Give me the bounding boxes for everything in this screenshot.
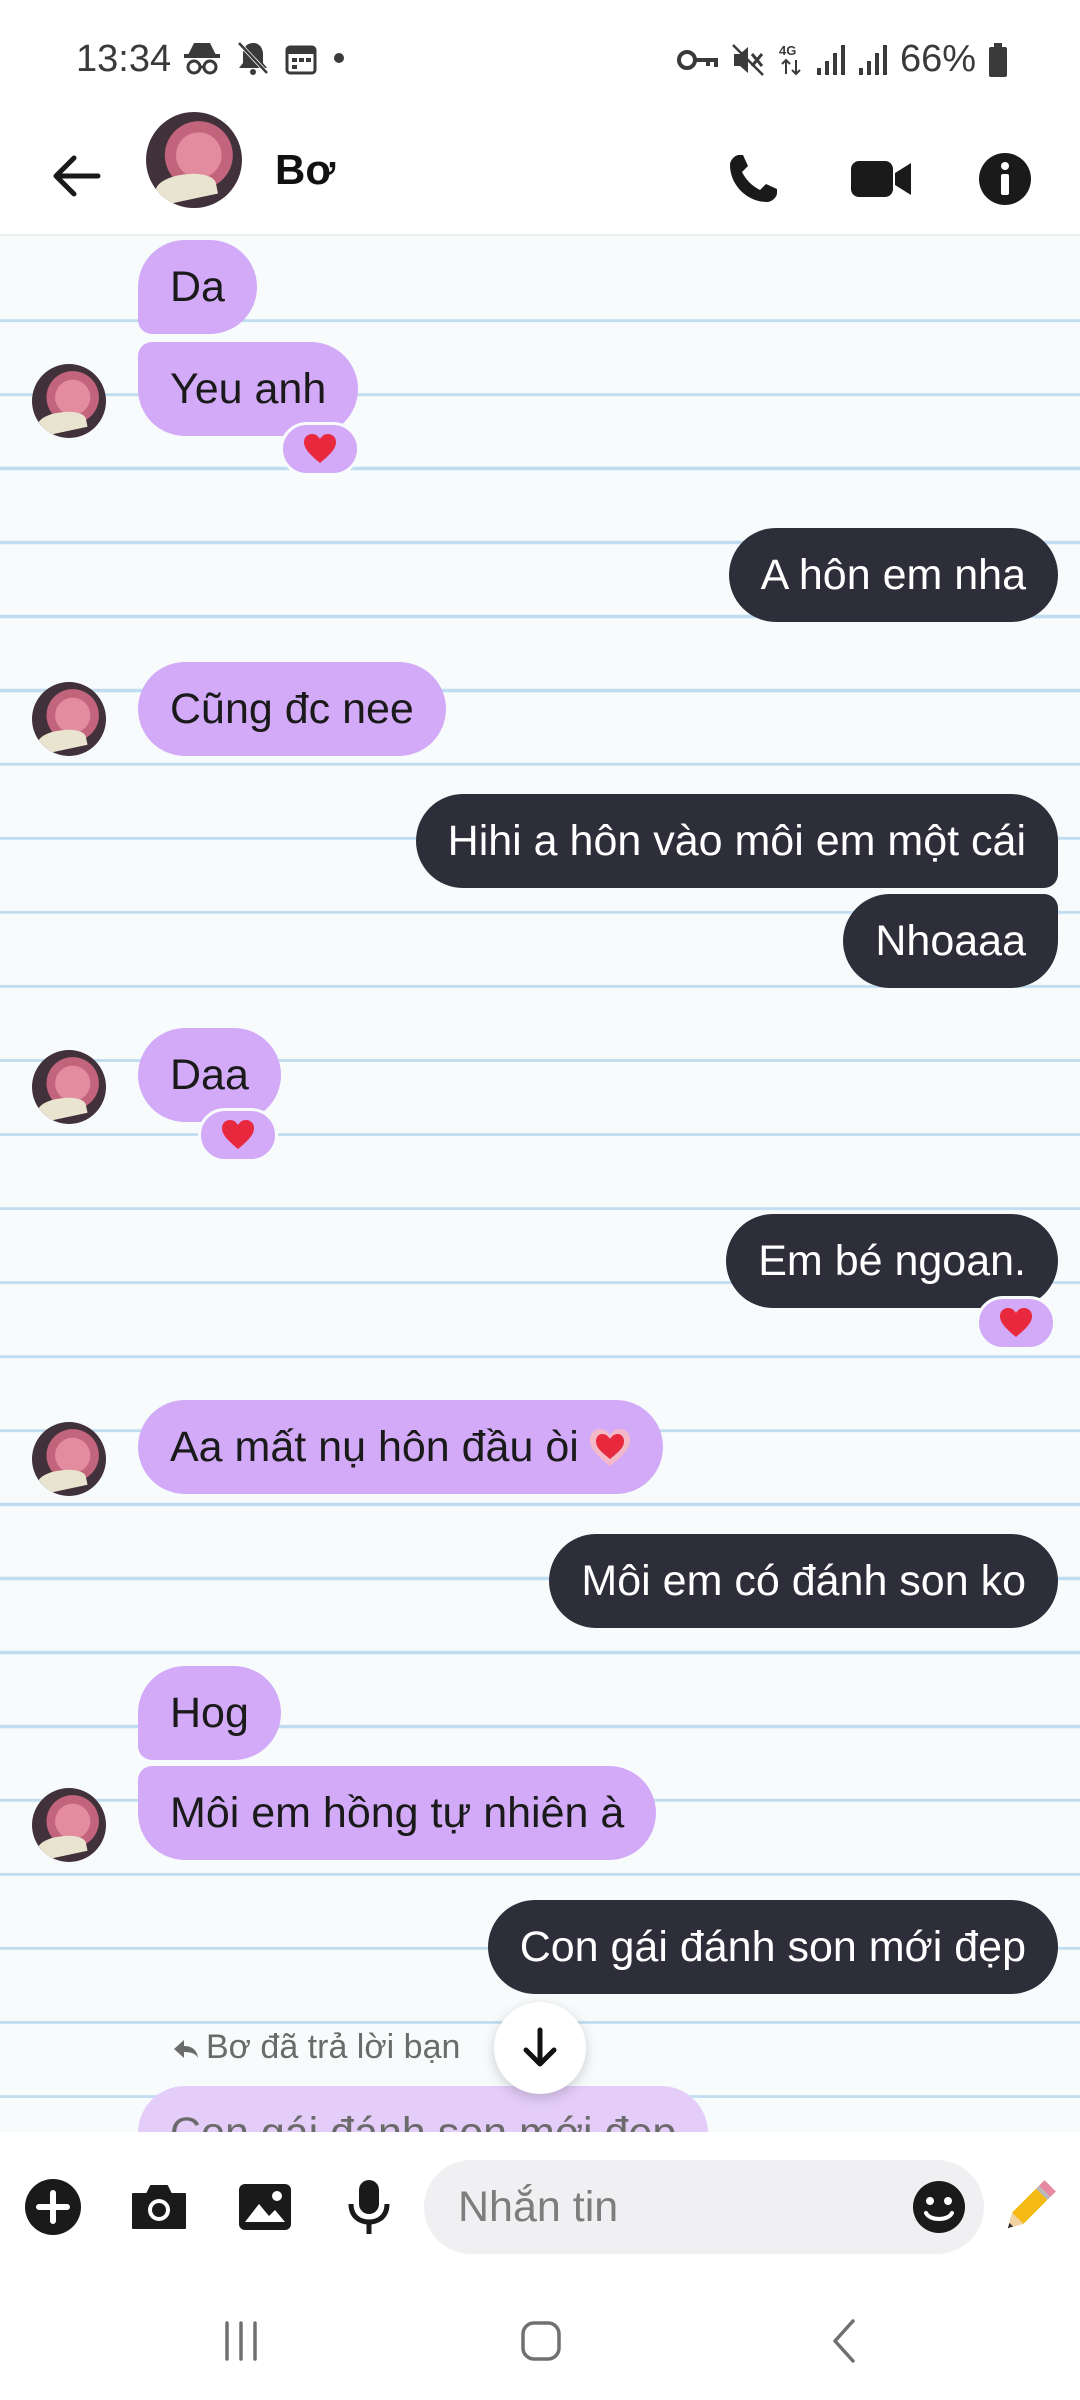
- message-bubble-outgoing[interactable]: Nhoaaa: [843, 894, 1058, 988]
- contact-name[interactable]: Bơ: [275, 146, 335, 194]
- message-text: Aa mất nụ hôn đầu òi: [170, 1423, 579, 1471]
- video-call-button[interactable]: [846, 144, 916, 214]
- arrow-back-icon: [53, 155, 101, 197]
- sender-avatar[interactable]: [32, 1422, 106, 1496]
- emoji-icon: [913, 2181, 965, 2233]
- reply-indicator: Bơ đã trả lời bạn: [172, 2028, 460, 2067]
- message-bubble-incoming[interactable]: Cũng đc nee: [138, 662, 446, 756]
- message-bubble-outgoing[interactable]: Con gái đánh son mới đẹp: [487, 1900, 1058, 1994]
- reaction-badge[interactable]: [976, 1296, 1056, 1350]
- info-icon: [979, 153, 1031, 205]
- heart-icon: [222, 1120, 254, 1149]
- reaction-badge[interactable]: [198, 1108, 278, 1162]
- message-bubble-incoming[interactable]: Aa mất nụ hôn đầu òi: [138, 1400, 663, 1494]
- info-button[interactable]: [970, 144, 1040, 214]
- vpn-key-icon: [676, 49, 718, 70]
- recent-apps-icon: [225, 2321, 257, 2361]
- emoji-button[interactable]: [904, 2172, 974, 2242]
- battery-icon: [989, 42, 1007, 77]
- recent-apps-button[interactable]: [196, 2306, 286, 2376]
- calendar-icon: [285, 45, 317, 75]
- chevron-left-icon: [833, 2319, 855, 2363]
- voice-call-button[interactable]: [718, 144, 788, 214]
- message-bubble-outgoing[interactable]: Môi em có đánh son ko: [549, 1534, 1058, 1628]
- sender-avatar[interactable]: [32, 1050, 106, 1124]
- sender-avatar[interactable]: [32, 1788, 106, 1862]
- sender-avatar[interactable]: [32, 682, 106, 756]
- camera-button[interactable]: [124, 2172, 194, 2242]
- reply-quoted-message[interactable]: Con gái đánh son mới đẹp: [138, 2086, 709, 2132]
- home-button[interactable]: [496, 2306, 586, 2376]
- camera-icon: [132, 2185, 186, 2229]
- screen: 13:34 4G 66% Bơ Da Yeu anh A hôn em nha …: [0, 0, 1080, 2400]
- heart-icon: [1000, 1308, 1032, 1337]
- reply-label-text: Bơ đã trả lời bạn: [206, 2028, 461, 2066]
- video-camera-icon: [851, 161, 911, 197]
- notifications-off-icon: [237, 41, 269, 75]
- network-4g-icon: 4G: [779, 43, 801, 75]
- message-bubble-outgoing[interactable]: Em bé ngoan.: [726, 1214, 1058, 1308]
- message-bubble-incoming[interactable]: Hog: [138, 1666, 281, 1760]
- image-icon: [239, 2184, 291, 2230]
- message-bubble-incoming[interactable]: Da: [138, 240, 257, 334]
- battery-percent: 66%: [899, 38, 976, 80]
- status-time: 13:34: [76, 38, 172, 80]
- system-back-button[interactable]: [800, 2306, 890, 2376]
- dot-icon: [334, 53, 344, 63]
- microphone-icon: [348, 2180, 390, 2234]
- contact-avatar[interactable]: [146, 112, 242, 208]
- message-bubble-outgoing[interactable]: A hôn em nha: [728, 528, 1058, 622]
- reaction-badge[interactable]: [280, 422, 360, 476]
- more-actions-button[interactable]: [18, 2172, 88, 2242]
- home-icon: [521, 2321, 561, 2361]
- message-input[interactable]: [424, 2160, 984, 2254]
- svg-text:4G: 4G: [779, 43, 796, 58]
- scroll-to-bottom-button[interactable]: [494, 2002, 586, 2094]
- composer-bar: [0, 2132, 1080, 2282]
- voice-message-button[interactable]: [334, 2172, 404, 2242]
- status-bar: 13:34 4G 66%: [0, 0, 1080, 120]
- incognito-icon: [184, 43, 220, 75]
- message-bubble-incoming[interactable]: Môi em hồng tự nhiên à: [138, 1766, 657, 1860]
- sparkling-heart-icon: [589, 1429, 630, 1466]
- back-button[interactable]: [40, 140, 112, 212]
- reply-arrow-icon: [174, 2040, 198, 2059]
- plus-circle-icon: [25, 2179, 81, 2235]
- gallery-button[interactable]: [230, 2172, 300, 2242]
- signal-icon-2: [858, 44, 887, 75]
- compose-pencil-button[interactable]: [994, 2172, 1064, 2242]
- pencil-icon: [1007, 2180, 1056, 2229]
- mute-icon: [732, 43, 764, 76]
- arrow-down-icon: [523, 2027, 557, 2067]
- phone-icon: [730, 155, 777, 202]
- status-left-icons: [182, 40, 346, 76]
- signal-icon: [816, 44, 845, 75]
- status-right-icons: 4G 66%: [676, 38, 1008, 81]
- sender-avatar[interactable]: [32, 364, 106, 438]
- message-bubble-outgoing[interactable]: Hihi a hôn vào môi em một cái: [415, 794, 1058, 888]
- message-bubble-incoming[interactable]: Daa: [138, 1028, 281, 1122]
- heart-icon: [304, 434, 336, 463]
- message-list[interactable]: Da Yeu anh A hôn em nha Cũng đc nee Hihi…: [0, 236, 1080, 2132]
- system-nav-bar: [0, 2282, 1080, 2400]
